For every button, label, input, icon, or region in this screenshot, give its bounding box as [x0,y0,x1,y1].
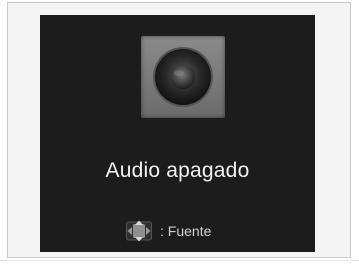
hint-label: : Fuente [160,223,212,239]
audio-display-screen: Audio apagado : Fuente [40,15,315,252]
audio-status-text: Audio apagado [105,159,250,182]
divider [0,260,359,261]
speaker-icon [141,36,225,118]
source-hint: : Fuente [126,219,211,243]
selector-knob-icon [126,220,152,242]
